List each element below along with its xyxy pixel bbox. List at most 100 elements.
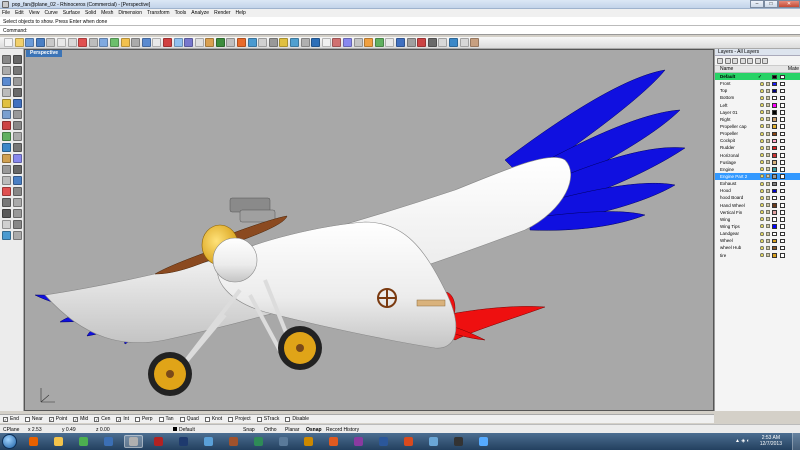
left-tool-19-icon[interactable] — [13, 154, 22, 163]
layer-color-swatch[interactable] — [772, 195, 777, 201]
layer-lock-icon[interactable] — [766, 145, 770, 150]
zoom-selected-icon[interactable] — [152, 38, 162, 47]
options-icon[interactable] — [279, 38, 289, 47]
layer-visible-bulb-icon[interactable] — [760, 181, 764, 186]
layer-lock-icon[interactable] — [766, 167, 770, 172]
left-tool-25-icon[interactable] — [13, 187, 22, 196]
layer-visible-bulb-icon[interactable] — [760, 231, 764, 236]
layer-color-swatch[interactable] — [772, 103, 777, 108]
layer-material-swatch[interactable] — [780, 103, 785, 108]
layer-row[interactable]: Top — [715, 87, 800, 94]
menu-surface[interactable]: Surface — [63, 10, 80, 16]
zoom-icon[interactable] — [120, 38, 130, 47]
layer-lock-icon[interactable] — [766, 153, 770, 158]
layer-lock-icon[interactable] — [766, 224, 770, 229]
layer-color-swatch[interactable] — [772, 124, 777, 129]
properties-icon[interactable] — [194, 38, 204, 47]
left-tool-7-icon[interactable] — [13, 88, 22, 97]
taskbar-chrome-button[interactable] — [74, 435, 93, 448]
left-tool-21-icon[interactable] — [13, 165, 22, 174]
layer-visible-bulb-icon[interactable] — [760, 153, 764, 158]
layer-material-swatch[interactable] — [780, 231, 785, 237]
menu-dimension[interactable]: Dimension — [118, 10, 142, 16]
layer-material-swatch[interactable] — [780, 110, 785, 115]
layer-visible-bulb-icon[interactable] — [760, 188, 764, 193]
layer-row[interactable]: Cockpit — [715, 137, 800, 144]
perspective-viewport[interactable]: Perspective — [24, 49, 714, 411]
layer-material-swatch[interactable] — [780, 153, 785, 158]
left-tool-8-icon[interactable] — [2, 99, 11, 108]
layer-row[interactable]: Front — [715, 80, 800, 87]
layer-visible-bulb-icon[interactable] — [760, 217, 764, 222]
osnap-checkbox[interactable] — [256, 416, 262, 422]
materials-icon[interactable] — [258, 38, 268, 47]
layer-material-swatch[interactable] — [780, 203, 785, 208]
layer-material-swatch[interactable] — [780, 95, 785, 101]
layer-material-swatch[interactable] — [780, 217, 785, 222]
menu-render[interactable]: Render — [214, 10, 230, 16]
layer-row[interactable]: Default ✓ — [715, 73, 800, 81]
layer-color-swatch[interactable] — [772, 74, 777, 79]
layer-color-swatch[interactable] — [772, 245, 777, 251]
tool-34-icon[interactable] — [364, 38, 374, 47]
layer-material-swatch[interactable] — [780, 74, 785, 79]
new-layer-icon[interactable] — [717, 57, 723, 64]
layer-row[interactable]: hood Board — [715, 194, 800, 201]
osnap-quad[interactable]: Quad — [179, 416, 199, 422]
left-tool-13-icon[interactable] — [13, 121, 22, 130]
left-tool-6-icon[interactable] — [2, 88, 11, 97]
tool-31-icon[interactable] — [332, 38, 342, 47]
left-tool-26-icon[interactable] — [2, 198, 11, 207]
layer-visible-bulb-icon[interactable] — [760, 203, 764, 208]
maximize-button[interactable]: □ — [764, 0, 778, 8]
menu-mesh[interactable]: Mesh — [101, 10, 113, 16]
layer-color-swatch[interactable] — [772, 160, 777, 165]
osnap-checkbox[interactable] — [179, 416, 185, 422]
paste-icon[interactable] — [78, 38, 88, 47]
layer-visible-bulb-icon[interactable] — [760, 138, 764, 143]
layer-color-swatch[interactable] — [772, 238, 777, 244]
layer-lock-icon[interactable] — [766, 110, 770, 115]
layer-color-swatch[interactable] — [772, 174, 777, 179]
viewport-layout-icon[interactable] — [162, 38, 172, 47]
layer-material-swatch[interactable] — [780, 124, 785, 129]
layer-row[interactable]: Layer 01 — [715, 109, 800, 116]
layer-row[interactable]: Wing Tips — [715, 223, 800, 230]
taskbar-app8-button[interactable] — [199, 435, 218, 448]
taskbar-photoshop-button[interactable] — [174, 435, 193, 448]
tool-29-icon[interactable] — [311, 38, 321, 47]
left-tool-30-icon[interactable] — [2, 220, 11, 229]
layer-material-swatch[interactable] — [780, 81, 785, 87]
left-tool-12-icon[interactable] — [2, 121, 11, 130]
tool-42-icon[interactable] — [448, 38, 458, 47]
osnap-int[interactable]: ✓ Int — [116, 416, 129, 422]
tool-28-icon[interactable] — [300, 38, 310, 47]
taskbar-app9-button[interactable] — [224, 435, 243, 448]
layer-color-swatch[interactable] — [772, 131, 777, 137]
zoom-extents-icon[interactable] — [141, 38, 151, 47]
left-tool-23-icon[interactable] — [13, 176, 22, 185]
left-tool-28-icon[interactable] — [2, 209, 11, 218]
move-up-icon[interactable] — [739, 57, 746, 64]
select-icon[interactable] — [205, 38, 215, 47]
layer-material-swatch[interactable] — [780, 138, 785, 144]
move-down-icon[interactable] — [747, 57, 753, 64]
layer-visible-bulb-icon[interactable] — [760, 131, 764, 136]
layer-material-swatch[interactable] — [780, 188, 785, 194]
layer-color-swatch[interactable] — [772, 145, 777, 151]
rotate-icon[interactable] — [109, 38, 119, 47]
shade-icon[interactable] — [237, 38, 247, 47]
layer-lock-icon[interactable] — [766, 124, 770, 129]
taskbar-app19-button[interactable] — [474, 435, 493, 448]
copy-icon[interactable] — [67, 38, 77, 47]
layer-visible-bulb-icon[interactable] — [760, 81, 764, 86]
layer-row[interactable]: Rudder — [715, 144, 800, 151]
menu-edit[interactable]: Edit — [15, 10, 24, 16]
osnap-checkbox[interactable] — [24, 416, 30, 422]
start-button[interactable] — [2, 434, 17, 449]
layer-color-swatch[interactable] — [772, 138, 777, 144]
menu-analyze[interactable]: Analyze — [191, 10, 209, 16]
menu-solid[interactable]: Solid — [85, 10, 96, 16]
layer-lock-icon[interactable] — [766, 203, 770, 208]
menu-transform[interactable]: Transform — [147, 10, 170, 16]
